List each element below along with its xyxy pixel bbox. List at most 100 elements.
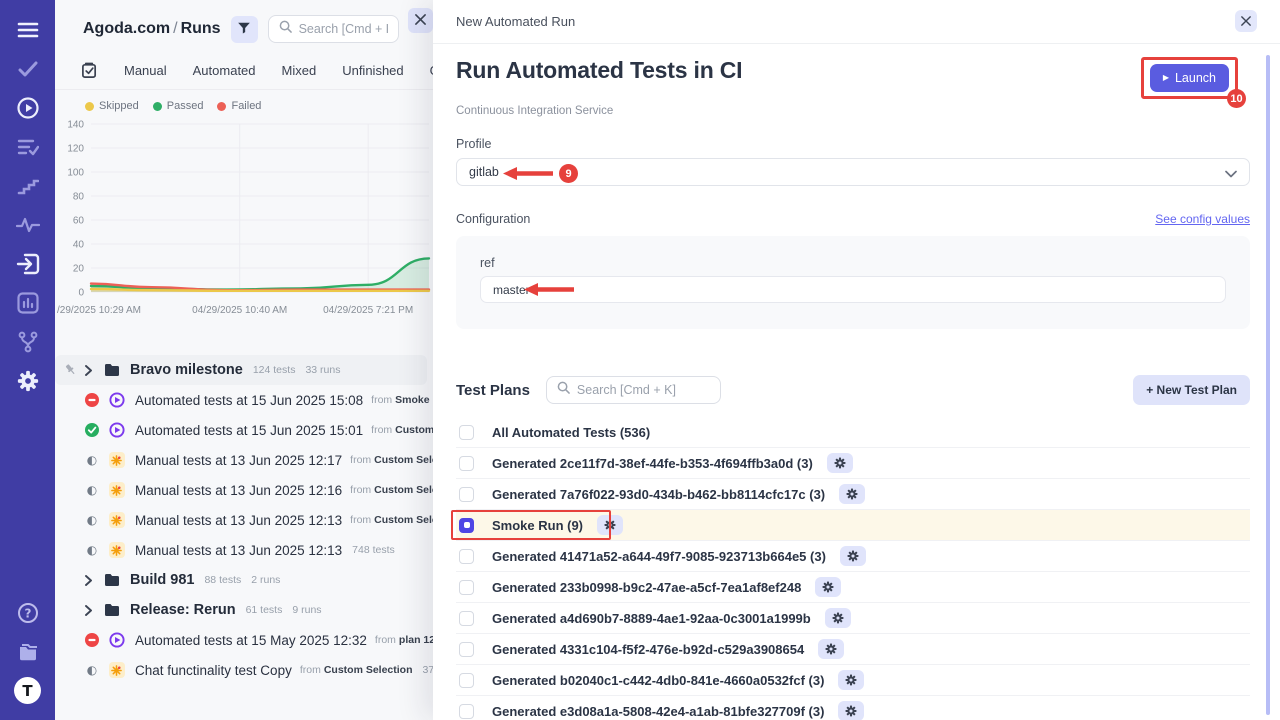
modal-close-button[interactable] <box>1235 10 1257 32</box>
see-config-values-link[interactable]: See config values <box>1155 212 1250 226</box>
test-plan-settings-button[interactable] <box>597 515 623 535</box>
run-group-row[interactable]: Bravo milestone124 tests33 runs <box>55 355 427 385</box>
run-row[interactable]: Automated tests at 15 Jun 2025 15:08from… <box>55 385 433 415</box>
status-blocked-icon <box>85 393 99 407</box>
modal-scrollbar[interactable] <box>1266 55 1270 715</box>
runs-search[interactable] <box>268 15 399 43</box>
test-plan-checkbox[interactable] <box>459 611 474 626</box>
user-avatar[interactable]: T <box>0 671 55 710</box>
files-icon[interactable] <box>0 632 55 671</box>
tab-manual[interactable]: Manual <box>124 63 167 78</box>
test-plan-checkbox[interactable] <box>459 456 474 471</box>
funnel-icon <box>237 21 251 38</box>
run-group-row[interactable]: Build 98188 tests2 runs <box>55 565 433 595</box>
list-check-icon[interactable] <box>0 127 55 166</box>
run-row[interactable]: ◐Chat functinality test CopyfromCustom S… <box>55 655 433 685</box>
run-row[interactable]: Automated tests at 15 May 2025 12:32from… <box>55 625 433 655</box>
test-plan-checkbox[interactable] <box>459 487 474 502</box>
search-icon <box>279 20 292 38</box>
tab-mixed[interactable]: Mixed <box>282 63 317 78</box>
steps-icon[interactable] <box>0 166 55 205</box>
test-plan-checkbox[interactable] <box>459 642 474 657</box>
branch-icon[interactable] <box>0 322 55 361</box>
close-icon <box>415 13 426 28</box>
test-plan-checkbox[interactable] <box>459 704 474 719</box>
run-row[interactable]: ◐Manual tests at 13 Jun 2025 12:13fromCu… <box>55 505 433 535</box>
play-circle-icon[interactable] <box>0 88 55 127</box>
test-plan-checkbox[interactable] <box>459 549 474 564</box>
test-plan-settings-button[interactable] <box>838 701 864 720</box>
test-plan-settings-button[interactable] <box>838 670 864 690</box>
run-tests-count: 37 tests <box>423 664 433 676</box>
test-plans-search-input[interactable] <box>577 383 710 397</box>
test-plan-row[interactable]: Generated 41471a52-a644-49f7-9085-923713… <box>456 541 1250 572</box>
chevron-right-icon[interactable] <box>85 605 92 616</box>
test-plan-label: Generated 2ce11f7d-38ef-44fe-b353-4f694f… <box>492 456 813 471</box>
project-name[interactable]: Agoda.com <box>83 20 170 37</box>
test-plan-checkbox[interactable] <box>459 425 474 440</box>
new-test-plan-button[interactable]: + New Test Plan <box>1133 375 1250 405</box>
test-plan-settings-button[interactable] <box>825 608 851 628</box>
runs-search-input[interactable] <box>299 22 388 36</box>
run-row[interactable]: ◐Manual tests at 13 Jun 2025 12:13748 te… <box>55 535 433 565</box>
run-label: Automated tests at 15 Jun 2025 15:08 <box>135 393 363 408</box>
chart-legend: SkippedPassedFailed <box>55 90 433 112</box>
legend-dot <box>85 102 94 111</box>
modal-subheading: Continuous Integration Service <box>456 105 1250 117</box>
check-icon[interactable] <box>0 49 55 88</box>
test-plan-row[interactable]: Generated e3d08a1a-5808-42e4-a1ab-81bfe3… <box>456 696 1250 720</box>
test-plan-settings-button[interactable] <box>840 546 866 566</box>
filter-button[interactable] <box>231 16 258 43</box>
ref-input[interactable] <box>480 276 1226 303</box>
test-plans-list: All Automated Tests (536) Generated 2ce11… <box>456 417 1250 720</box>
launch-button[interactable]: ▶ Launch <box>1150 64 1229 92</box>
annotation-step-10: 10 <box>1227 89 1246 108</box>
run-board-icon[interactable] <box>81 62 98 79</box>
profile-select[interactable]: gitlab 9 <box>456 158 1250 186</box>
tab-automated[interactable]: Automated <box>193 63 256 78</box>
test-plan-row[interactable]: Generated 233b0998-b9c2-47ae-a5cf-7ea1af… <box>456 572 1250 603</box>
status-blocked-icon <box>85 633 99 647</box>
play-icon: ▶ <box>1163 74 1169 82</box>
run-row[interactable]: ◐Manual tests at 13 Jun 2025 12:17fromCu… <box>55 445 433 475</box>
test-plan-row[interactable]: Generated 4331c104-f5f2-476e-b92d-c529a3… <box>456 634 1250 665</box>
help-icon[interactable]: ? <box>0 593 55 632</box>
test-plan-row[interactable]: Generated 7a76f022-93d0-434b-b462-bb8114… <box>456 479 1250 510</box>
modal-content: Run Automated Tests in CI ▶ Launch 10 Co… <box>433 57 1280 720</box>
test-plan-row[interactable]: All Automated Tests (536) <box>456 417 1250 448</box>
test-plan-checkbox[interactable] <box>459 673 474 688</box>
test-plan-settings-button[interactable] <box>827 453 853 473</box>
test-plan-row[interactable]: Generated a4d690b7-8889-4ae1-92aa-0c3001… <box>456 603 1250 634</box>
runs-panel-header: Agoda.com/Runs <box>55 0 433 48</box>
run-group-tests-count: 88 tests <box>204 574 241 586</box>
test-plan-checkbox[interactable] <box>459 580 474 595</box>
test-plan-settings-button[interactable] <box>815 577 841 597</box>
menu-icon[interactable] <box>0 10 55 49</box>
manual-run-icon <box>108 482 125 498</box>
runs-tabs: ManualAutomatedMixedUnfinishedGroups <box>55 48 433 90</box>
test-plan-settings-button[interactable] <box>839 484 865 504</box>
activity-icon[interactable] <box>0 205 55 244</box>
gear-icon[interactable] <box>0 361 55 400</box>
bar-chart-icon[interactable] <box>0 283 55 322</box>
search-icon <box>557 381 570 399</box>
test-plan-checkbox[interactable] <box>459 518 474 533</box>
run-row[interactable]: ◐Manual tests at 13 Jun 2025 12:16fromCu… <box>55 475 433 505</box>
import-icon[interactable] <box>0 244 55 283</box>
test-plan-row[interactable]: Generated 2ce11f7d-38ef-44fe-b353-4f694f… <box>456 448 1250 479</box>
status-in-progress-icon: ◐ <box>85 544 99 556</box>
panel-close-button[interactable] <box>408 8 433 33</box>
test-plan-row[interactable]: Smoke Run (9) <box>456 510 1250 541</box>
legend-item-failed: Failed <box>217 100 261 112</box>
run-group-tests-count: 124 tests <box>253 364 296 376</box>
tab-unfinished[interactable]: Unfinished <box>342 63 403 78</box>
test-plans-search[interactable] <box>546 376 721 404</box>
test-plan-row[interactable]: Generated b02040c1-c442-4db0-841e-4660a0… <box>456 665 1250 696</box>
annotation-box-launch: ▶ Launch <box>1141 57 1238 99</box>
chevron-right-icon[interactable] <box>85 575 92 586</box>
chevron-right-icon[interactable] <box>85 365 92 376</box>
run-row[interactable]: Automated tests at 15 Jun 2025 15:01from… <box>55 415 433 445</box>
run-group-row[interactable]: Release: Rerun61 tests9 runs <box>55 595 433 625</box>
legend-item-passed: Passed <box>153 100 204 112</box>
test-plan-settings-button[interactable] <box>818 639 844 659</box>
